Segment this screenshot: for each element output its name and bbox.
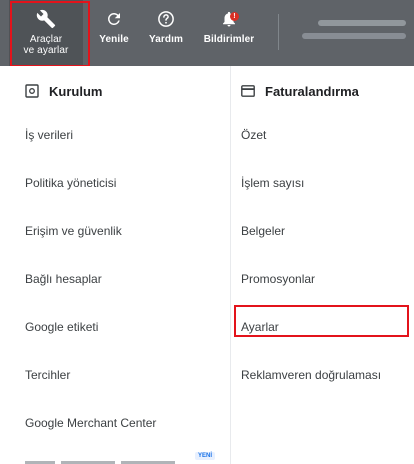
account-id-blurred <box>318 20 406 26</box>
setup-section-header: Kurulum <box>25 83 102 99</box>
menu-item-summary[interactable]: Özet <box>241 128 266 142</box>
menu-item-business-data[interactable]: İş verileri <box>25 128 73 142</box>
setup-icon <box>25 83 41 99</box>
notifications-label: Bildirimler <box>203 34 255 45</box>
refresh-button[interactable]: Yenile <box>94 0 134 66</box>
billing-section-header: Faturalandırma <box>241 83 359 99</box>
new-badge: YENİ <box>195 452 216 460</box>
setup-section-title: Kurulum <box>49 83 103 99</box>
menu-item-promotions[interactable]: Promosyonlar <box>241 272 315 286</box>
help-label: Yardım <box>149 34 183 45</box>
menu-item-google-tag[interactable]: Google etiketi <box>25 320 98 334</box>
account-email-blurred <box>302 33 406 39</box>
toolbar-divider <box>278 14 279 50</box>
billing-section-title: Faturalandırma <box>265 83 359 99</box>
tools-highlight-box <box>10 1 90 67</box>
settings-highlight-box <box>234 305 409 337</box>
setup-panel: Kurulum İş verileri Politika yöneticisi … <box>9 66 231 464</box>
help-button[interactable]: Yardım <box>144 0 188 66</box>
refresh-icon <box>105 8 123 30</box>
notifications-button[interactable]: ! Bildirimler <box>194 0 264 66</box>
notification-badge: ! <box>230 12 239 21</box>
billing-panel: Faturalandırma Özet İşlem sayısı Belgele… <box>231 66 414 464</box>
menu-item-access-security[interactable]: Erişim ve güvenlik <box>25 224 122 238</box>
bell-icon: ! <box>220 8 239 30</box>
help-icon <box>157 8 175 30</box>
credit-card-icon <box>241 83 257 99</box>
menu-item-merchant-center[interactable]: Google Merchant Center <box>25 416 156 430</box>
menu-item-preferences[interactable]: Tercihler <box>25 368 70 382</box>
menu-item-documents[interactable]: Belgeler <box>241 224 285 238</box>
menu-item-linked-accounts[interactable]: Bağlı hesaplar <box>25 272 102 286</box>
menu-item-advertiser-verification[interactable]: Reklamveren doğrulaması <box>241 368 381 382</box>
menu-item-cutoff[interactable] <box>25 459 185 464</box>
refresh-label: Yenile <box>99 34 129 45</box>
menu-item-policy-manager[interactable]: Politika yöneticisi <box>25 176 116 190</box>
menu-item-transactions[interactable]: İşlem sayısı <box>241 176 304 190</box>
